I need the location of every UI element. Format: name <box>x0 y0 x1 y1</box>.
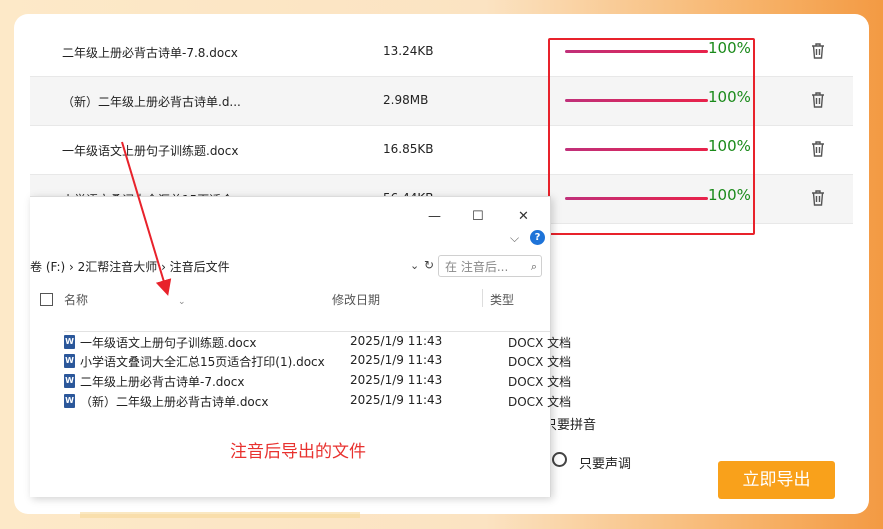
annotation-arrow <box>121 141 172 296</box>
main-panel: 二年级上册必背古诗单-7.8.docx 13.24KB 100% （新）二年级上… <box>14 14 869 514</box>
decorative-strip <box>80 512 360 518</box>
